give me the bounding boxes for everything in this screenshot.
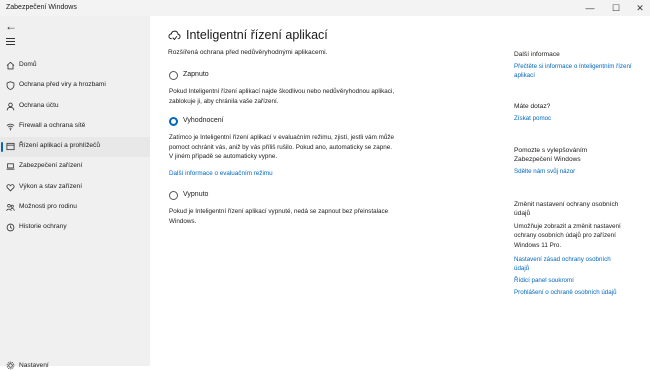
question-heading: Máte dotaz?	[514, 103, 551, 110]
privacy-settings-link[interactable]: Nastavení zásad ochrany osobních údajů	[514, 256, 626, 273]
page-subtitle: Rozšířená ochrana před nedůvěryhodnými a…	[168, 49, 328, 56]
smart-app-control-icon	[168, 30, 181, 41]
family-icon	[6, 204, 15, 212]
sidebar-nav: Domů Ochrana před viry a hrozbami Ochran…	[0, 56, 150, 239]
radio-evaluation-label[interactable]: Vyhodnocení	[183, 117, 224, 124]
sidebar-item-home[interactable]: Domů	[0, 56, 150, 76]
privacy-statement-link[interactable]: Prohlášení o ochraně osobních údajů	[514, 289, 617, 298]
close-button[interactable]: ✕	[628, 1, 650, 15]
main-content: Inteligentní řízení aplikací Rozšířená o…	[150, 16, 500, 366]
home-icon	[6, 61, 15, 70]
sidebar-item-device-security[interactable]: Zabezpečení zařízení	[0, 157, 150, 177]
more-info-heading: Další informace	[514, 51, 560, 58]
sidebar-item-protection-history[interactable]: Historie ochrany	[0, 218, 150, 238]
sidebar-settings-item[interactable]: Nastavení	[0, 356, 150, 370]
radio-evaluation[interactable]	[169, 117, 178, 126]
feedback-link[interactable]: Sdělte nám svůj názor	[514, 168, 575, 177]
radio-off[interactable]	[169, 191, 178, 200]
sidebar-item-label: Ochrana účtu	[19, 101, 59, 109]
sidebar-item-family-options[interactable]: Možnosti pro rodinu	[0, 198, 150, 218]
window-title: Zabezpečení Windows	[6, 4, 77, 11]
sidebar-item-label: Výkon a stav zařízení	[19, 182, 83, 190]
sidebar-item-label: Řízení aplikací a prohlížečů	[19, 142, 100, 150]
sidebar-item-account-protection[interactable]: Ochrana účtu	[0, 97, 150, 117]
smart-app-info-link[interactable]: Přečtěte si informace o Inteligentním ří…	[514, 63, 632, 80]
option-evaluation-description: Zatímco je Inteligentní řízení aplikací …	[169, 134, 395, 160]
sidebar-item-label: Ochrana před viry a hrozbami	[19, 81, 106, 89]
title-bar: Zabezpečení Windows — ☐ ✕	[0, 0, 650, 16]
option-on-description: Pokud Inteligentní řízení aplikací najde…	[169, 88, 395, 105]
sidebar-item-label: Firewall a ochrana sítě	[19, 121, 86, 129]
radio-on-label[interactable]: Zapnuto	[183, 71, 209, 78]
hamburger-menu-icon[interactable]	[6, 38, 15, 48]
sidebar-item-app-browser-control[interactable]: Řízení aplikací a prohlížečů	[0, 137, 150, 158]
shield-icon	[6, 81, 15, 91]
option-off-description: Pokud je Inteligentní řízení aplikací vy…	[169, 208, 389, 225]
sidebar-item-device-performance[interactable]: Výkon a stav zařízení	[0, 178, 150, 198]
improve-heading: Pomozte s vylepšováním Zabezpečení Windo…	[514, 147, 588, 164]
minimize-button[interactable]: —	[578, 1, 602, 15]
heart-icon	[6, 183, 15, 192]
laptop-icon	[6, 163, 15, 171]
maximize-button[interactable]: ☐	[604, 1, 628, 15]
get-help-link[interactable]: Získat pomoc	[514, 115, 551, 124]
radio-on[interactable]	[169, 71, 178, 80]
sidebar: ← Domů Ochrana před viry a hrozbami Ochr…	[0, 16, 150, 366]
sidebar-item-label: Možnosti pro rodinu	[19, 203, 77, 211]
app-window-icon	[6, 143, 15, 151]
evaluation-mode-info-link[interactable]: Další informace o evaluačním režimu	[169, 170, 273, 177]
sidebar-item-label: Historie ochrany	[19, 223, 67, 231]
privacy-description: Umožňuje zobrazit a změnit nastavení och…	[514, 223, 621, 249]
privacy-heading: Změnit nastavení ochrany osobních údajů	[514, 201, 619, 218]
sidebar-item-virus-protection[interactable]: Ochrana před viry a hrozbami	[0, 76, 150, 96]
page-title-text: Inteligentní řízení aplikací	[186, 28, 328, 42]
wifi-icon	[6, 123, 15, 131]
back-button[interactable]: ←	[5, 20, 17, 32]
radio-off-label[interactable]: Vypnuto	[183, 191, 208, 198]
history-icon	[6, 224, 15, 232]
sidebar-item-label: Domů	[19, 61, 37, 68]
privacy-dashboard-link[interactable]: Řídicí panel soukromí	[514, 277, 574, 286]
sidebar-item-firewall[interactable]: Firewall a ochrana sítě	[0, 117, 150, 137]
person-icon	[6, 102, 15, 111]
sidebar-item-label: Zabezpečení zařízení	[19, 162, 83, 170]
